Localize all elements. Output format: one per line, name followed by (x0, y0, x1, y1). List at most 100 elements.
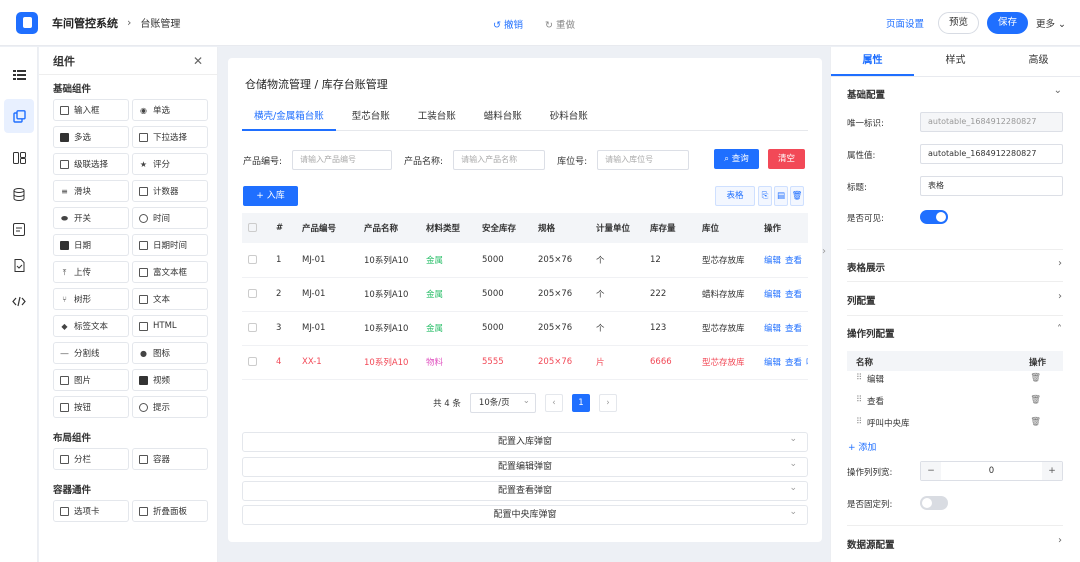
component-button[interactable]: 按钮 (53, 396, 129, 418)
tab-advanced[interactable]: 高级 (997, 47, 1080, 76)
title-field[interactable]: 表格 (920, 176, 1063, 196)
component-upload[interactable]: ⤒ 上传 (53, 261, 129, 283)
add-op-button[interactable]: + 添加 (848, 440, 876, 453)
product-name-input[interactable]: 请输入产品名称 (453, 150, 546, 170)
component-radio[interactable]: ◉ 单选 (132, 99, 208, 121)
trash-icon[interactable]: 🗑 (790, 186, 804, 206)
call-link[interactable]: 呼 (806, 358, 808, 368)
visible-toggle[interactable] (920, 210, 948, 224)
collapse-central-dialog[interactable]: 配置中央库弹窗 (242, 503, 808, 525)
row-checkbox[interactable] (248, 357, 257, 366)
view-link[interactable]: 查看 (785, 256, 802, 266)
page-size-select[interactable]: 10条/页 (469, 392, 536, 413)
edit-link[interactable]: 编辑 (764, 256, 781, 266)
component-tabs[interactable]: 选项卡 (53, 500, 129, 522)
inbound-button[interactable]: + 入库 (243, 186, 298, 206)
drag-handle-icon[interactable]: ⠿ (856, 395, 862, 405)
api-icon[interactable] (9, 219, 29, 239)
edit-link[interactable]: 编辑 (764, 324, 781, 334)
close-icon[interactable]: ✕ (193, 54, 203, 68)
component-html[interactable]: HTML (132, 315, 208, 337)
breadcrumb[interactable]: 台账管理 (140, 15, 180, 30)
drag-handle-icon[interactable]: ⠿ (856, 373, 862, 383)
component-collapse[interactable]: 折叠面板 (132, 500, 208, 522)
clear-button[interactable]: 清空 (768, 149, 805, 169)
component-datetime[interactable]: 日期时间 (132, 234, 208, 256)
collapse-inbound-dialog[interactable]: 配置入库弹窗 (242, 430, 808, 452)
tab-sand[interactable]: 砂料台账 (538, 106, 600, 131)
location-input[interactable]: 请输入库位号 (597, 150, 690, 170)
row-checkbox[interactable] (248, 254, 257, 264)
op-width-stepper[interactable]: − 0 + (920, 461, 1063, 481)
tab-style[interactable]: 样式 (914, 47, 997, 76)
preview-button[interactable]: 预览 (937, 12, 979, 34)
component-richtext[interactable]: 富文本框 (132, 261, 208, 283)
component-divider[interactable]: ― 分割线 (53, 342, 129, 364)
product-code-input[interactable]: 请输入产品编号 (292, 150, 393, 170)
component-text[interactable]: 文本 (132, 288, 208, 310)
chevron-right-icon[interactable]: › (1058, 258, 1062, 269)
component-date[interactable]: 日期 (53, 234, 129, 256)
tab-fixture[interactable]: 工装台账 (406, 106, 468, 131)
trash-icon[interactable]: 🗑 (1030, 395, 1041, 405)
page-settings-button[interactable]: 页面设置 (886, 16, 924, 30)
plus-icon[interactable]: + (1042, 462, 1062, 480)
database-icon[interactable] (9, 184, 29, 204)
op-column-config-section[interactable]: 操作列配置 (847, 326, 895, 340)
redo-button[interactable]: ↻ 重做 (545, 17, 575, 31)
chevron-right-icon[interactable]: › (1058, 535, 1062, 546)
view-link[interactable]: 查看 (785, 358, 802, 368)
datasource-section[interactable]: 数据源配置 (847, 537, 895, 551)
component-slider[interactable]: ≡ 滑块 (53, 180, 129, 202)
tab-properties[interactable]: 属性 (831, 47, 914, 76)
component-select[interactable]: 下拉选择 (132, 126, 208, 148)
component-tooltip[interactable]: 提示 (132, 396, 208, 418)
chevron-up-icon[interactable]: ⌄ (1054, 85, 1062, 96)
outline-icon[interactable] (9, 65, 29, 85)
page-number[interactable]: 1 (571, 394, 590, 412)
tab-core[interactable]: 型芯台账 (340, 106, 402, 131)
column-config-section[interactable]: 列配置 (847, 293, 876, 307)
component-rate[interactable]: ★ 评分 (132, 153, 208, 175)
trash-icon[interactable]: 🗑 (1030, 373, 1041, 383)
query-button[interactable]: ⌕ 查询 (714, 149, 759, 169)
row-checkbox[interactable] (248, 323, 257, 332)
script-icon[interactable] (9, 255, 29, 275)
component-switch[interactable]: ⬬ 开关 (53, 207, 129, 229)
view-link[interactable]: 查看 (785, 290, 802, 300)
component-icon[interactable]: ● 图标 (132, 342, 208, 364)
row-checkbox[interactable] (248, 289, 257, 298)
header-select[interactable] (242, 213, 270, 243)
component-cascader[interactable]: 级联选择 (53, 153, 129, 175)
edit-link[interactable]: 编辑 (764, 358, 781, 368)
next-page-icon[interactable]: › (598, 394, 617, 412)
trash-icon[interactable]: 🗑 (1030, 417, 1041, 427)
more-menu[interactable]: 更多 ⌄ (1036, 16, 1066, 30)
fixed-toggle[interactable] (920, 496, 948, 510)
basic-config-section[interactable]: 基础配置 (847, 87, 885, 101)
op-width-value[interactable]: 0 (941, 462, 1042, 480)
panel-collapse-icon[interactable]: › (822, 246, 826, 257)
component-checkbox[interactable]: 多选 (53, 126, 129, 148)
attr-field[interactable]: autotable_1684912280827 (920, 144, 1063, 164)
component-time[interactable]: 时间 (132, 207, 208, 229)
edit-link[interactable]: 编辑 (764, 290, 781, 300)
table-toolbar-button[interactable]: 表格 (715, 186, 755, 206)
component-tag-text[interactable]: ◆ 标签文本 (53, 315, 129, 337)
component-counter[interactable]: 计数器 (132, 180, 208, 202)
chevron-up-icon[interactable]: ˄ (1057, 324, 1062, 335)
prev-page-icon[interactable]: ‹ (544, 394, 563, 412)
copy-icon[interactable]: ▤ (774, 186, 788, 206)
design-canvas[interactable]: 仓储物流管理 / 库存台账管理 横壳/金属箱台账 型芯台账 工装台账 蜡料台账 … (228, 58, 822, 542)
table-display-section[interactable]: 表格展示 (847, 260, 885, 274)
code-icon[interactable] (9, 291, 29, 311)
collapse-edit-dialog[interactable]: 配置编辑弹窗 (242, 455, 808, 477)
tab-shell[interactable]: 横壳/金属箱台账 (242, 106, 336, 131)
save-button[interactable]: 保存 (986, 12, 1028, 34)
components-icon[interactable] (4, 99, 34, 133)
component-columns[interactable]: 分栏 (53, 448, 129, 470)
layout-icon[interactable] (9, 148, 29, 168)
undo-button[interactable]: ↺ 撤销 (493, 17, 523, 31)
collapse-view-dialog[interactable]: 配置查看弹窗 (242, 479, 808, 501)
drag-handle-icon[interactable]: ⠿ (856, 417, 862, 427)
